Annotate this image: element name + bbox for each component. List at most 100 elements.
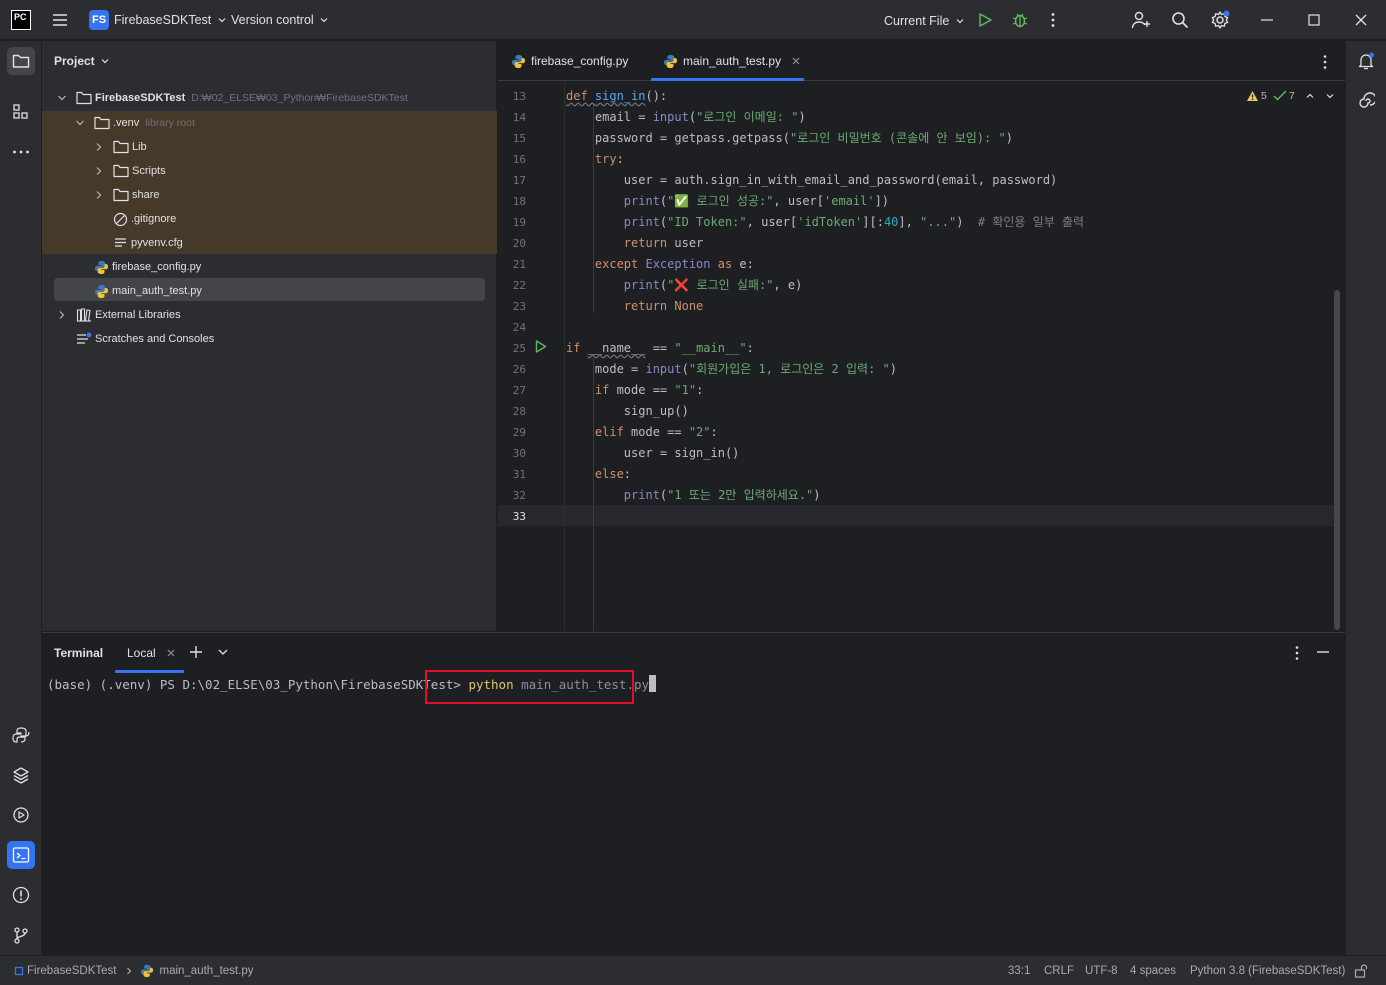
hide-panel-icon[interactable]	[1316, 647, 1330, 657]
code-line: print("ID Token:", user['idToken'][:40],…	[566, 212, 1084, 233]
file-encoding[interactable]: UTF-8	[1085, 956, 1118, 985]
editor-scrollbar[interactable]	[1334, 290, 1340, 630]
tab-main-auth-test[interactable]: main_auth_test.py	[663, 41, 801, 81]
code-token: print	[623, 488, 660, 502]
run-config-label: Current File	[884, 14, 950, 28]
structure-tool-button[interactable]	[7, 98, 35, 126]
code-token: print	[623, 278, 660, 292]
line-number: 29	[512, 426, 526, 439]
git-tool-button[interactable]	[7, 921, 35, 949]
vcs-menu[interactable]: Version control	[231, 10, 329, 30]
tree-item-scratches[interactable]: Scratches and Consoles	[76, 328, 214, 350]
code-token: None	[674, 299, 704, 313]
search-icon[interactable]	[1171, 11, 1189, 29]
run-config-selector[interactable]: Current File	[884, 10, 965, 32]
code-token: "로그인 이메일: "	[696, 110, 799, 124]
terminal-dropdown-chevron-icon[interactable]	[217, 647, 229, 657]
tree-item-label: firebase_config.py	[112, 261, 202, 273]
indent-setting[interactable]: 4 spaces	[1130, 956, 1176, 985]
code-token: "회원가입은 1, 로그인은 2 입력: "	[688, 362, 890, 376]
python-packages-button[interactable]	[7, 761, 35, 789]
new-terminal-plus-icon[interactable]	[189, 645, 203, 659]
code-line: print("✅ 로그인 성공:", user['email'])	[566, 191, 889, 212]
tree-item-project-root[interactable]: FirebaseSDKTest D:₩02_ELSE₩03_Python₩Fir…	[56, 87, 408, 109]
close-window-icon[interactable]	[1355, 14, 1367, 26]
code-line: def sign_in():	[566, 86, 667, 107]
caret-position[interactable]: 33:1	[1008, 956, 1030, 985]
minimize-window-icon[interactable]	[1260, 14, 1274, 26]
code-token: "2"	[688, 425, 711, 439]
code-line: print("❌ 로그인 실패:", e)	[566, 275, 803, 296]
line-number: 13	[512, 90, 526, 103]
code-token: except	[566, 257, 646, 271]
maximize-window-icon[interactable]	[1308, 14, 1320, 26]
line-separator[interactable]: CRLF	[1044, 956, 1074, 985]
code-token: )	[813, 488, 821, 502]
more-tools-button[interactable]	[7, 138, 35, 166]
close-tab-icon[interactable]	[166, 648, 176, 658]
inspections-widget[interactable]: 5 7	[1246, 88, 1335, 104]
code-token: "로그인 비밀번호 (콘솔에 안 보임): "	[789, 131, 1006, 145]
scratches-icon	[77, 332, 92, 344]
python-console-button[interactable]	[7, 721, 35, 749]
code-editor[interactable]: 5 7 13 14 15 16 17 18 19 20 21 22 23 24 …	[498, 82, 1345, 631]
services-icon	[13, 807, 29, 823]
current-line-highlight	[498, 505, 1335, 526]
ai-assistant-button[interactable]	[1352, 87, 1380, 115]
problems-tool-button[interactable]	[7, 881, 35, 909]
chevron-up-icon[interactable]	[1305, 91, 1315, 101]
breadcrumb-file[interactable]: main_auth_test.py	[159, 965, 253, 977]
tree-item-external-libraries[interactable]: External Libraries	[56, 304, 181, 326]
tree-item-venv[interactable]: .venv library root	[74, 112, 195, 134]
unlock-icon[interactable]	[1354, 964, 1368, 978]
code-token: Exception	[645, 257, 718, 271]
code-token: password = getpass.getpass(	[566, 131, 790, 145]
run-icon[interactable]	[977, 12, 993, 28]
tree-item-main-auth-test[interactable]: main_auth_test.py	[94, 280, 202, 302]
line-number: 32	[512, 489, 526, 502]
spiral-icon	[1359, 92, 1375, 108]
tree-item-pyvenv-cfg[interactable]: pyvenv.cfg	[113, 232, 183, 254]
tree-item-lib[interactable]: Lib	[93, 136, 147, 158]
tree-item-share[interactable]: share	[93, 184, 160, 206]
tree-item-firebase-config[interactable]: firebase_config.py	[94, 256, 201, 278]
notifications-button[interactable]	[1352, 47, 1380, 75]
line-number: 28	[512, 405, 526, 418]
code-with-me-icon[interactable]	[1131, 11, 1151, 29]
code-token: "__main__"	[674, 341, 747, 355]
terminal-tab-local[interactable]: Local	[127, 633, 176, 673]
line-number: 33	[512, 510, 526, 523]
code-token: :	[746, 341, 754, 355]
tree-item-gitignore[interactable]: .gitignore	[113, 208, 176, 230]
tree-item-label: FirebaseSDKTest	[95, 92, 186, 104]
debug-icon[interactable]	[1011, 11, 1029, 29]
project-tool-button[interactable]	[7, 47, 35, 75]
more-actions-icon[interactable]	[1046, 12, 1060, 28]
app-logo[interactable]: PC	[11, 10, 31, 30]
code-token: :	[616, 152, 624, 166]
terminal-tab-label: Local	[127, 646, 156, 660]
project-panel: Project FirebaseSDKTest D:₩02_ELSE₩03_Py…	[42, 41, 497, 631]
line-number: 27	[512, 384, 526, 397]
project-switcher[interactable]: FS FirebaseSDKTest	[89, 10, 227, 30]
main-menu-icon[interactable]	[52, 12, 68, 28]
tree-item-label: Scripts	[132, 165, 166, 177]
code-token: "ID Token:"	[667, 215, 747, 229]
terminal-tool-button[interactable]	[7, 841, 35, 869]
code-token: print	[623, 194, 660, 208]
close-tab-icon[interactable]	[791, 56, 801, 66]
tab-firebase-config[interactable]: firebase_config.py	[511, 41, 628, 81]
code-line: if mode == "1":	[566, 380, 703, 401]
services-button[interactable]	[7, 801, 35, 829]
project-panel-header[interactable]: Project	[54, 51, 110, 71]
tree-item-scripts[interactable]: Scripts	[93, 160, 166, 182]
breadcrumb-project[interactable]: FirebaseSDKTest	[27, 965, 116, 977]
settings-gear-icon[interactable]	[1210, 10, 1230, 30]
python-interpreter[interactable]: Python 3.8 (FirebaseSDKTest)	[1190, 956, 1345, 985]
chevron-down-icon[interactable]	[1325, 91, 1335, 101]
project-badge: FS	[89, 10, 109, 30]
terminal-options-icon[interactable]	[1290, 645, 1304, 661]
tab-options-icon[interactable]	[1318, 54, 1332, 70]
